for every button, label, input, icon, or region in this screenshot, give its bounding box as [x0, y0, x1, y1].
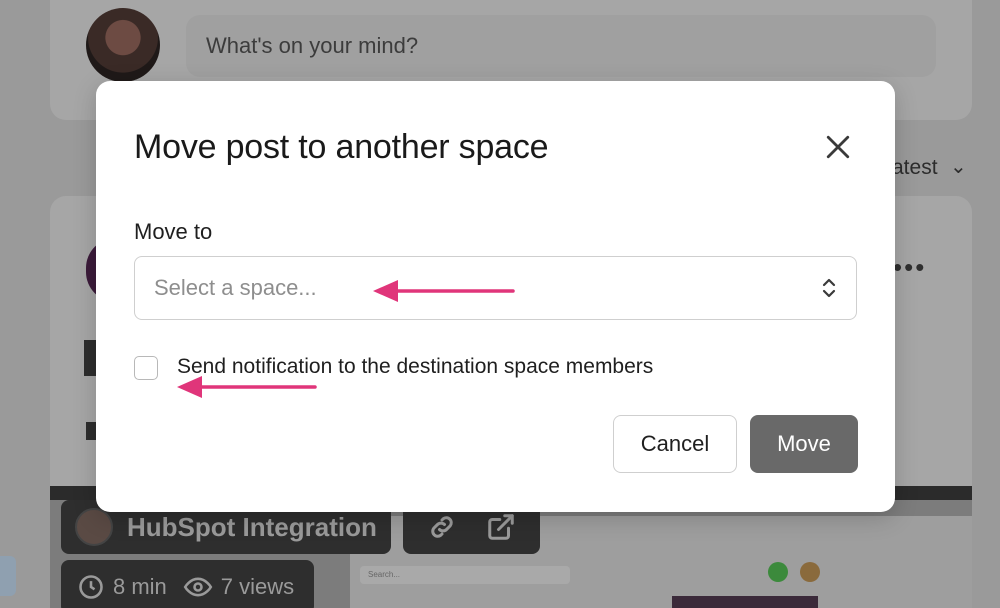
post-options-icon[interactable]: •••: [893, 252, 926, 283]
composer-input[interactable]: What's on your mind?: [186, 15, 936, 77]
eye-icon: [183, 573, 213, 601]
annotation-arrow-select: [373, 280, 515, 302]
user-avatar: [86, 8, 160, 82]
chevron-down-icon: ⌄: [950, 156, 967, 178]
sort-dropdown-label[interactable]: atest: [892, 156, 938, 180]
video-user-avatar: [800, 562, 820, 582]
video-views: 7 views: [220, 574, 295, 599]
close-icon: [825, 134, 851, 165]
chevron-up-down-icon: [822, 276, 836, 305]
dialog-title: Move post to another space: [134, 128, 549, 166]
space-select-placeholder: Select a space...: [154, 275, 317, 300]
link-icon[interactable]: [427, 512, 457, 542]
video-search-field: Search...: [360, 566, 570, 584]
annotation-arrow-checkbox: [177, 376, 317, 398]
move-button[interactable]: Move: [750, 415, 858, 473]
video-thumbnail: [672, 596, 818, 608]
external-link-icon[interactable]: [486, 512, 516, 542]
video-status-dot: [768, 562, 788, 582]
post-title-fragment: [84, 340, 96, 376]
clock-icon: [77, 573, 105, 601]
video-duration: 8 min: [113, 574, 167, 599]
notify-members-checkbox[interactable]: [134, 356, 158, 380]
move-to-label: Move to: [134, 219, 213, 244]
close-button[interactable]: [820, 131, 856, 167]
video-stats-pill: 8 min 7 views: [61, 560, 314, 608]
page: What's on your mind? atest ⌄ ••• Search.…: [0, 0, 1000, 608]
cancel-button[interactable]: Cancel: [613, 415, 737, 473]
post-text-fragment: [86, 422, 96, 440]
side-help-tab[interactable]: [0, 556, 16, 596]
video-author-avatar: [75, 508, 113, 546]
video-title: HubSpot Integration: [127, 511, 377, 542]
